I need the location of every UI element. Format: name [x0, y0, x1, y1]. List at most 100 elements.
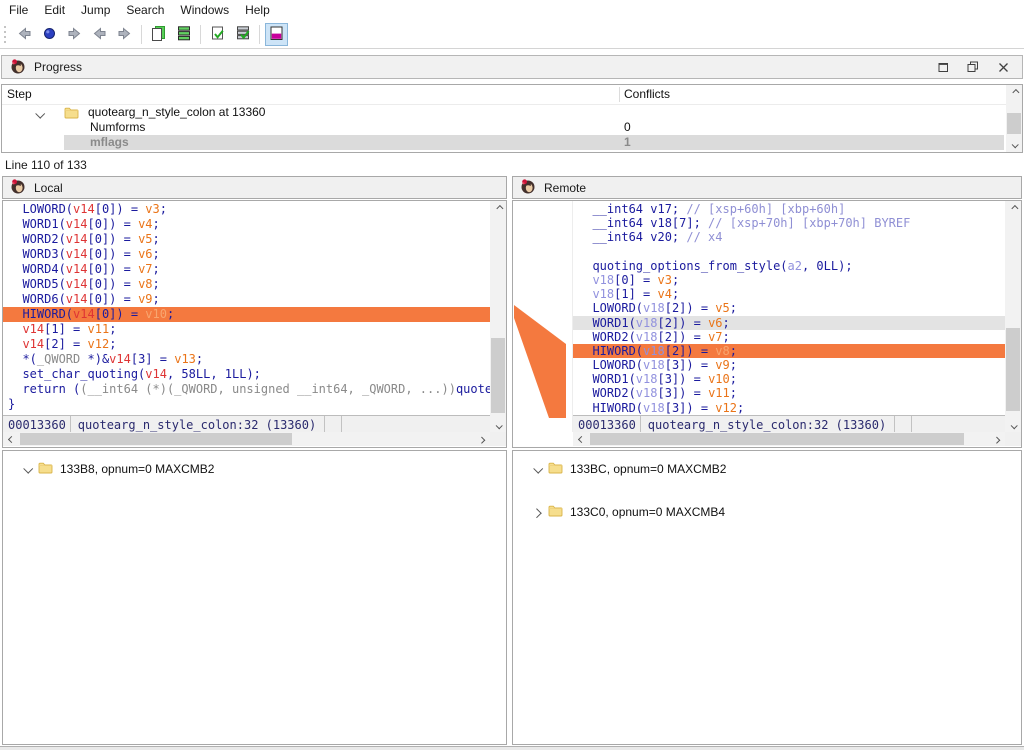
- code-line[interactable]: LOWORD(v18[3]) = v9;: [573, 358, 1005, 372]
- chevron-down-icon[interactable]: [35, 109, 45, 119]
- chevron-right-icon[interactable]: [532, 508, 542, 518]
- scroll-up-arrow[interactable]: [1005, 201, 1021, 215]
- menu-search[interactable]: Search: [118, 0, 172, 21]
- scroll-down-arrow[interactable]: [1005, 419, 1021, 433]
- code-line-orange-highlight[interactable]: HIWORD(v18[2]) = v8;: [573, 344, 1005, 358]
- tree-expander[interactable]: [534, 462, 548, 476]
- merge-view-icon: [268, 25, 285, 45]
- tree-expander[interactable]: [534, 505, 548, 519]
- database-check-button[interactable]: [231, 23, 254, 46]
- scrollbar-thumb[interactable]: [1007, 113, 1021, 134]
- remote-horizontal-scrollbar[interactable]: [573, 432, 1005, 446]
- local-vertical-scrollbar[interactable]: [490, 201, 506, 433]
- code-line-orange-highlight[interactable]: HIWORD(v14[0]) = v10;: [3, 307, 490, 322]
- code-line[interactable]: [573, 245, 1005, 259]
- nav-current-dot-button[interactable]: [38, 23, 61, 46]
- code-line[interactable]: HIWORD(v18[3]) = v12;: [573, 401, 1005, 414]
- code-line[interactable]: WORD2(v18[3]) = v11;: [573, 386, 1005, 400]
- maximize-button[interactable]: [936, 60, 950, 74]
- ida-remote-icon: [520, 178, 536, 197]
- scrollbar-thumb[interactable]: [20, 433, 292, 445]
- code-line[interactable]: return ((__int64 (*)(_QWORD, unsigned __…: [3, 382, 490, 397]
- column-divider[interactable]: [619, 87, 620, 102]
- tree-item[interactable]: 133BC, opnum=0 MAXCMB2: [513, 459, 1021, 479]
- step-row[interactable]: Numforms0: [2, 120, 1022, 135]
- conflicts-count: 0: [624, 120, 631, 135]
- scroll-down-arrow[interactable]: [1006, 138, 1022, 152]
- remote-status-bar: 00013360 quotearg_n_style_colon:32 (1336…: [573, 415, 1005, 433]
- scrollbar-thumb[interactable]: [491, 338, 505, 413]
- code-line[interactable]: __int64 v17; // [xsp+60h] [xbp+60h]: [573, 202, 1005, 216]
- code-line[interactable]: v18[0] = v3;: [573, 273, 1005, 287]
- progress-titlebar: Progress: [1, 55, 1023, 79]
- code-line[interactable]: __int64 v18[7]; // [xsp+70h] [xbp+70h] B…: [573, 216, 1005, 230]
- prev-diff-arrow-button[interactable]: [88, 23, 111, 46]
- step-table: Step Conflicts quotearg_n_style_colon at…: [1, 84, 1023, 153]
- database-green-button[interactable]: [172, 23, 195, 46]
- chevron-down-icon[interactable]: [23, 464, 33, 474]
- code-line[interactable]: quoting_options_from_style(a2, 0LL);: [573, 259, 1005, 273]
- toolbar: [0, 21, 1024, 49]
- code-line[interactable]: set_char_quoting(v14, 58LL, 1LL);: [3, 367, 490, 382]
- code-line-gray-highlight[interactable]: WORD1(v18[2]) = v6;: [573, 316, 1005, 330]
- toolbar-items: [12, 21, 289, 48]
- scroll-right-arrow[interactable]: [474, 432, 490, 446]
- code-line[interactable]: __int64 v20; // x4: [573, 230, 1005, 244]
- scroll-down-arrow[interactable]: [490, 419, 506, 433]
- merge-view-button[interactable]: [265, 23, 288, 46]
- step-row[interactable]: quotearg_n_style_colon at 13360: [2, 105, 1022, 120]
- chevron-down-icon[interactable]: [533, 464, 543, 474]
- scrollbar-corner: [490, 432, 506, 446]
- restore-button[interactable]: [966, 60, 980, 74]
- code-line[interactable]: WORD2(v18[2]) = v7;: [573, 330, 1005, 344]
- code-line[interactable]: *(_QWORD *)&v14[3] = v13;: [3, 352, 490, 367]
- next-diff-arrow-button[interactable]: [113, 23, 136, 46]
- step-vertical-scrollbar[interactable]: [1006, 85, 1022, 152]
- code-line[interactable]: WORD2(v14[0]) = v5;: [3, 232, 490, 247]
- tree-item[interactable]: 133C0, opnum=0 MAXCMB4: [513, 502, 1021, 522]
- step-rows: quotearg_n_style_colon at 13360Numforms0…: [2, 105, 1022, 150]
- code-line[interactable]: }: [3, 397, 490, 412]
- code-line[interactable]: WORD5(v14[0]) = v8;: [3, 277, 490, 292]
- nav-back-arrow-button[interactable]: [13, 23, 36, 46]
- menu-help[interactable]: Help: [237, 0, 278, 21]
- code-line[interactable]: LOWORD(v18[2]) = v5;: [573, 301, 1005, 315]
- close-button[interactable]: [996, 60, 1010, 74]
- remote-detail-tree: 133BC, opnum=0 MAXCMB2 133C0, opnum=0 MAX…: [512, 450, 1022, 745]
- local-horizontal-scrollbar[interactable]: [3, 432, 490, 446]
- local-detail-tree: 133B8, opnum=0 MAXCMB2: [2, 450, 507, 745]
- scroll-left-arrow[interactable]: [573, 432, 589, 446]
- nav-forward-arrow-button[interactable]: [63, 23, 86, 46]
- code-line[interactable]: v14[2] = v12;: [3, 337, 490, 352]
- scroll-right-arrow[interactable]: [989, 432, 1005, 446]
- code-line[interactable]: v14[1] = v11;: [3, 322, 490, 337]
- remote-vertical-scrollbar[interactable]: [1005, 201, 1021, 433]
- menu-file[interactable]: File: [1, 0, 36, 21]
- file-green-button[interactable]: [147, 23, 170, 46]
- remote-code-pane: __int64 v17; // [xsp+60h] [xbp+60h] __in…: [512, 200, 1022, 448]
- code-line[interactable]: WORD4(v14[0]) = v7;: [3, 262, 490, 277]
- code-line[interactable]: WORD6(v14[0]) = v9;: [3, 292, 490, 307]
- step-row[interactable]: mflags1: [2, 135, 1022, 150]
- scroll-up-arrow[interactable]: [1006, 85, 1022, 99]
- scroll-up-arrow[interactable]: [490, 201, 506, 215]
- tree-expander[interactable]: [24, 462, 38, 476]
- scrollbar-thumb[interactable]: [590, 433, 964, 445]
- scrollbar-thumb[interactable]: [1006, 328, 1020, 411]
- file-check-button[interactable]: [206, 23, 229, 46]
- code-line[interactable]: LOWORD(v14[0]) = v3;: [3, 202, 490, 217]
- code-line[interactable]: WORD1(v18[3]) = v10;: [573, 372, 1005, 386]
- toolbar-grip-handle[interactable]: [3, 26, 8, 44]
- menu-windows[interactable]: Windows: [172, 0, 237, 21]
- code-line[interactable]: WORD3(v14[0]) = v6;: [3, 247, 490, 262]
- scroll-left-arrow[interactable]: [3, 432, 19, 446]
- tree-item[interactable]: 133B8, opnum=0 MAXCMB2: [3, 459, 506, 479]
- column-header-conflicts[interactable]: Conflicts: [624, 87, 670, 101]
- menu-jump[interactable]: Jump: [73, 0, 118, 21]
- column-header-step[interactable]: Step: [7, 87, 32, 101]
- menu-edit[interactable]: Edit: [36, 0, 73, 21]
- conflicts-count: 1: [624, 135, 631, 150]
- code-line[interactable]: v18[1] = v4;: [573, 287, 1005, 301]
- code-line[interactable]: WORD1(v14[0]) = v4;: [3, 217, 490, 232]
- scrollbar-corner: [1005, 432, 1021, 446]
